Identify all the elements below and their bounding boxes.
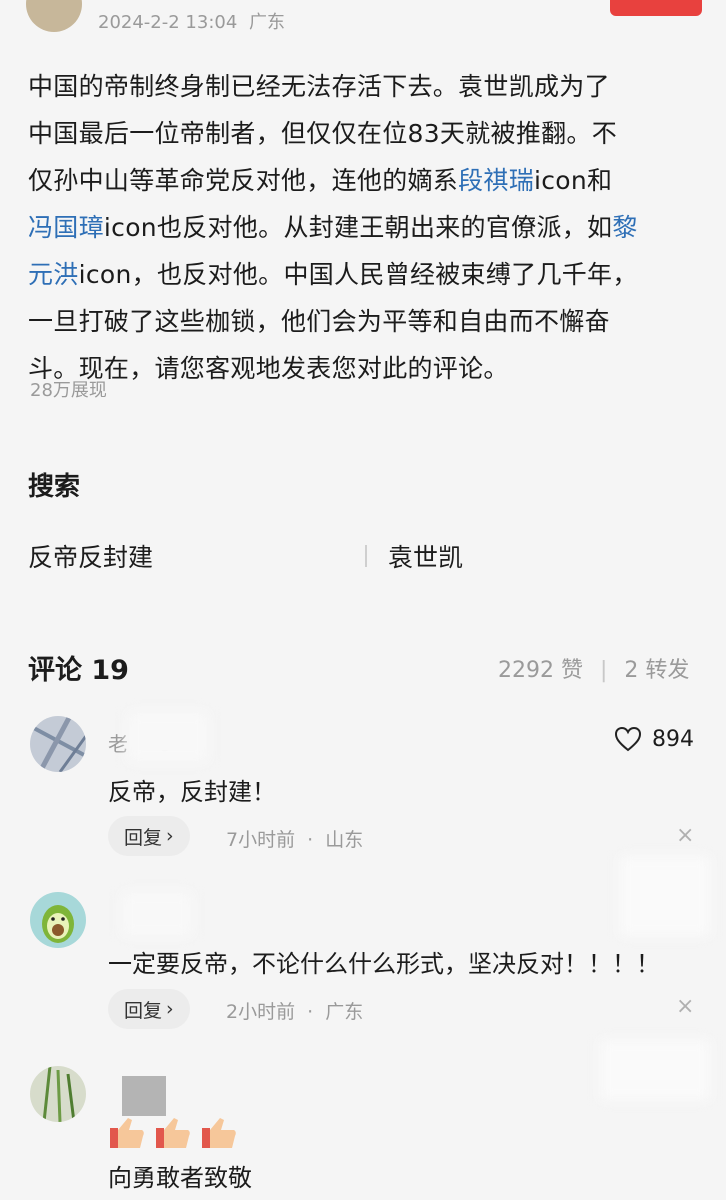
search-divider — [365, 545, 367, 567]
post-text-segment: 中国的帝制终身制已经无法存活下去。袁世凯成为了 — [28, 72, 610, 101]
entity-link[interactable]: 黎 — [612, 213, 637, 242]
comment-meta: 2小时前 · 广东 — [226, 1001, 364, 1023]
top-right-badge[interactable] — [610, 0, 702, 16]
post-text-segment: 中国最后一位帝制者，但仅仅在位83天就被推翻。不 — [28, 119, 618, 148]
search-title: 搜索 — [28, 472, 81, 502]
likes-total[interactable]: 2292 赞 — [498, 658, 583, 683]
post-text-segment: 仅孙中山等革命党反对他，连他的嫡系 — [28, 166, 459, 195]
comments-title: 评论 19 — [28, 655, 129, 686]
plant-avatar-icon — [42, 1066, 76, 1122]
thumbs-up-icon — [156, 1118, 190, 1148]
post-line: 一旦打破了这些枷锁，他们会为平等和自由而不懈奋 — [28, 298, 708, 345]
blurred-username-block — [122, 1076, 166, 1116]
post-text-segment: icon也反对他。从封建王朝出来的官僚派，如 — [103, 213, 613, 242]
comment-location: 广东 — [325, 1001, 364, 1023]
comment-text: 反帝，反封建！ — [108, 778, 276, 806]
comment-location: 山东 — [325, 829, 364, 851]
thumbs-up-icon — [202, 1118, 236, 1148]
post-text-segment: 一旦打破了这些枷锁，他们会为平等和自由而不懈奋 — [28, 307, 610, 336]
chevron-right-icon: › — [166, 825, 174, 847]
post-timestamp: 2024-2-2 13:04 广东 — [98, 8, 285, 34]
timestamp-text: 2024-2-2 13:04 — [98, 12, 238, 33]
post-body: 中国的帝制终身制已经无法存活下去。袁世凯成为了 中国最后一位帝制者，但仅仅在位83… — [28, 63, 708, 392]
post-line: 中国最后一位帝制者，但仅仅在位83天就被推翻。不 — [28, 110, 708, 157]
post-text-segment: icon和 — [534, 166, 613, 195]
entity-link[interactable]: 元洪 — [28, 260, 79, 289]
avocado-avatar-icon — [42, 905, 74, 943]
search-item-yuan-shikai[interactable]: 袁世凯 — [388, 538, 463, 574]
views-count: 28万展现 — [30, 380, 107, 401]
entity-link[interactable]: 冯国璋 — [28, 213, 104, 242]
post-line: 元洪icon，也反对他。中国人民曾经被束缚了几千年， — [28, 251, 708, 298]
reply-button[interactable]: 回复 › — [108, 989, 190, 1029]
post-line: 仅孙中山等革命党反对他，连他的嫡系段祺瑞icon和 — [28, 157, 708, 204]
close-icon[interactable]: × — [676, 994, 694, 1019]
username-mask — [122, 892, 192, 936]
search-item-anti-imperial[interactable]: 反帝反封建 — [28, 538, 153, 574]
post-text-segment: icon，也反对他。中国人民曾经被束缚了几千年， — [78, 260, 638, 289]
reply-label: 回复 — [124, 999, 163, 1022]
blur-mask — [620, 856, 710, 936]
comment-time: 7小时前 — [226, 829, 296, 851]
entity-link[interactable]: 段祺瑞 — [458, 166, 534, 195]
avatar-pattern-icon — [30, 716, 86, 772]
blur-mask — [600, 1040, 710, 1100]
post-line: 中国的帝制终身制已经无法存活下去。袁世凯成为了 — [28, 63, 708, 110]
chevron-right-icon: › — [166, 998, 174, 1020]
comment-text: 向勇敢者致敬 — [108, 1164, 252, 1192]
comment-avatar[interactable] — [30, 716, 86, 772]
comment-time: 2小时前 — [226, 1001, 296, 1023]
forwards-total[interactable]: 2 转发 — [624, 658, 689, 683]
comment-text: 一定要反帝，不论什么什么形式，坚决反对！！！！ — [108, 950, 660, 978]
reply-label: 回复 — [124, 826, 163, 849]
close-icon[interactable]: × — [676, 823, 694, 848]
post-line: 斗。现在，请您客观地发表您对此的评论。 — [28, 345, 708, 392]
poster-avatar[interactable] — [26, 0, 82, 32]
comment-like[interactable]: 894 — [614, 726, 694, 752]
heart-icon — [614, 726, 642, 752]
comments-stats: 2292 赞 | 2 转发 — [498, 652, 689, 684]
location-text: 广东 — [249, 12, 286, 33]
comment-like-count: 894 — [652, 726, 694, 752]
emoji-row — [108, 1116, 238, 1150]
comment-avatar[interactable] — [30, 1066, 86, 1122]
username-mask — [128, 712, 208, 762]
stats-divider: | — [599, 658, 608, 683]
comment-meta: 7小时前 · 山东 — [226, 829, 364, 851]
post-line: 冯国璋icon也反对他。从封建王朝出来的官僚派，如黎 — [28, 204, 708, 251]
thumbs-up-icon — [110, 1118, 144, 1148]
reply-button[interactable]: 回复 › — [108, 816, 190, 856]
comment-avatar[interactable] — [30, 892, 86, 948]
